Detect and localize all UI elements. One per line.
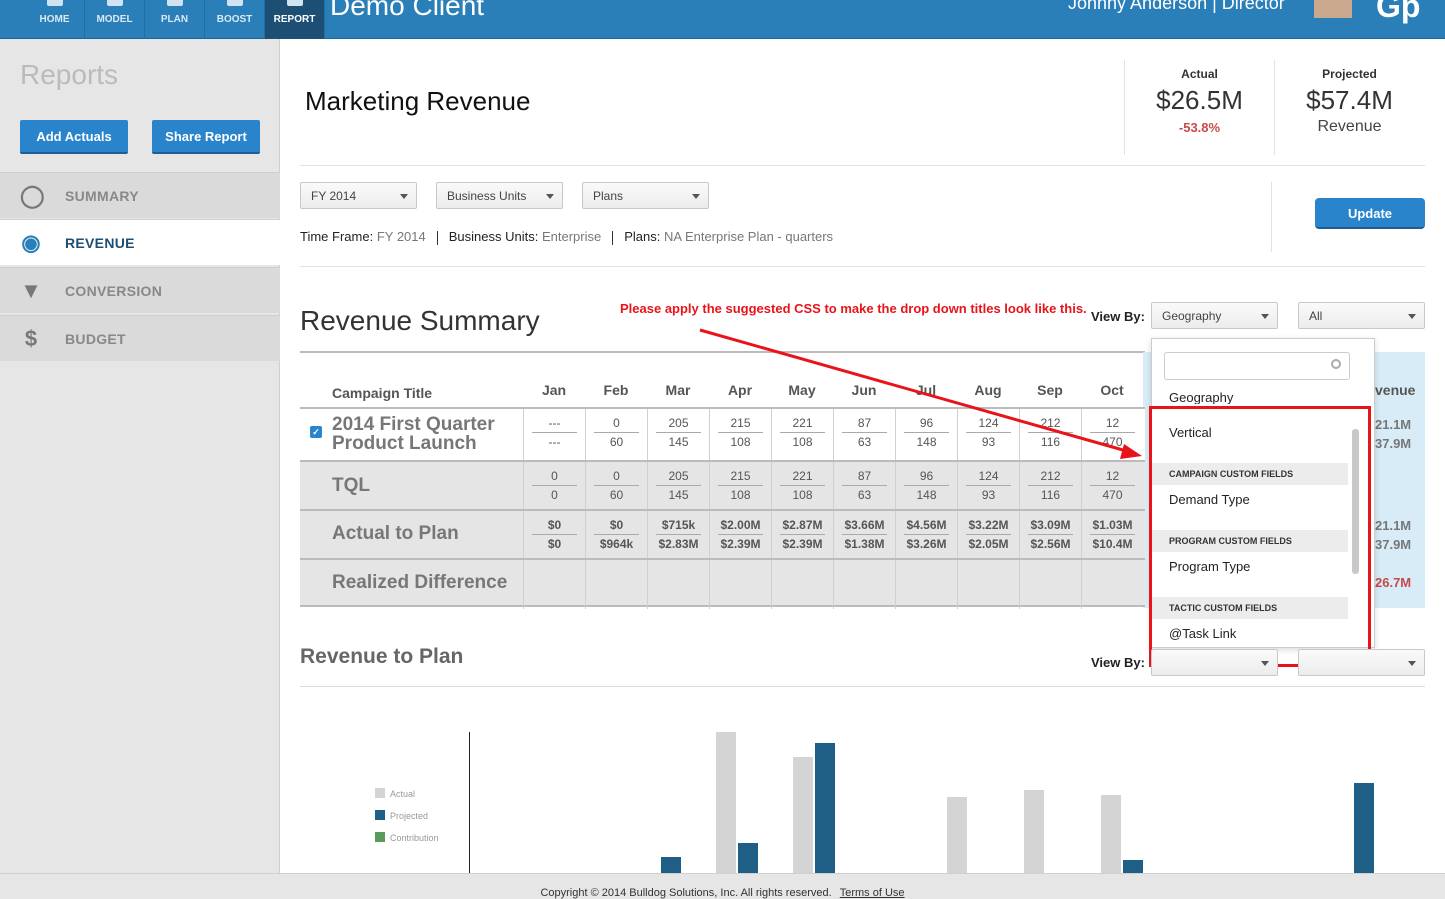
bar-projected-may: [815, 743, 835, 873]
bar-actual-apr: [716, 732, 736, 873]
arrow-line: [699, 328, 1131, 454]
divider: [300, 686, 1425, 687]
legend-label: Actual: [390, 789, 416, 799]
legend-swatch: [375, 810, 385, 820]
legend-swatch: [375, 788, 385, 798]
legend-item: Contribution: [375, 832, 439, 854]
bar-projected-dec: [1354, 783, 1374, 873]
arrow-head: [1120, 444, 1142, 459]
legend-label: Contribution: [390, 833, 439, 843]
legend-item: Actual: [375, 788, 439, 810]
chart-legend: Actual Projected Contribution: [375, 788, 439, 854]
footer: Copyright © 2014 Bulldog Solutions, Inc.…: [0, 873, 1445, 899]
all-select[interactable]: [1298, 649, 1425, 676]
legend-item: Projected: [375, 810, 439, 832]
bar-projected-sep: [1123, 860, 1143, 873]
legend-swatch: [375, 832, 385, 842]
chevron-down-icon: [1261, 661, 1269, 666]
bar-actual-may: [793, 757, 813, 873]
bar-actual-jul: [947, 797, 967, 873]
chevron-down-icon: [1408, 661, 1416, 666]
view-by-label: View By:: [1091, 655, 1145, 670]
bar-projected-mar: [661, 857, 681, 873]
legend-label: Projected: [390, 811, 429, 821]
copyright-text: Copyright © 2014 Bulldog Solutions, Inc.…: [540, 887, 832, 899]
bar-actual-sep: [1101, 795, 1121, 873]
view-by-select[interactable]: [1151, 649, 1278, 676]
section-title: Revenue to Plan: [300, 645, 464, 668]
terms-of-use-link[interactable]: Terms of Use: [840, 887, 905, 899]
chart-axis: [469, 732, 470, 873]
bar-actual-aug: [1024, 790, 1044, 873]
bar-projected-apr: [738, 843, 758, 873]
